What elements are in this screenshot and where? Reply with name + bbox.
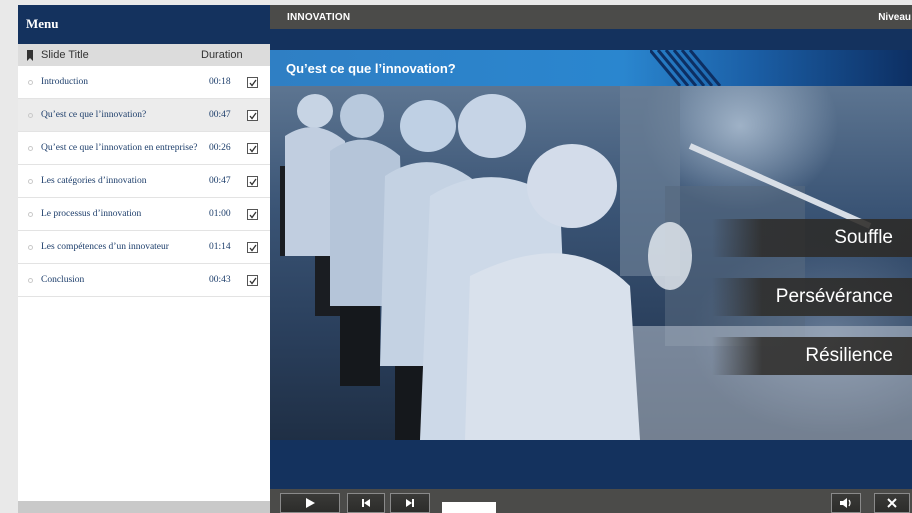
check-icon xyxy=(249,79,257,87)
bullet-icon xyxy=(28,112,33,118)
column-duration: Duration xyxy=(201,49,243,61)
completed-checkbox[interactable] xyxy=(247,76,258,88)
bookmark-icon xyxy=(27,49,33,61)
slide-item-title: Le processus d’innovation xyxy=(41,209,142,219)
play-icon xyxy=(306,498,315,508)
bullet-icon xyxy=(28,145,33,151)
player-top-bar: INNOVATION Niveau xyxy=(270,5,912,29)
check-icon xyxy=(249,112,257,120)
previous-button[interactable] xyxy=(347,493,385,513)
bullet-icon xyxy=(28,178,33,184)
slide-menu-panel: Menu Slide Title Duration Introduction 00… xyxy=(18,5,270,513)
slide-item-title: Qu’est ce que l’innovation? xyxy=(41,110,147,120)
close-icon xyxy=(887,498,897,508)
skip-next-icon xyxy=(406,499,414,507)
keyword-souffle: Souffle xyxy=(712,219,912,257)
slide-item-title: Introduction xyxy=(41,77,88,87)
slide-item-title: Les compétences d’un innovateur xyxy=(41,242,169,252)
check-icon xyxy=(249,145,257,153)
slide-list-item[interactable]: Qu’est ce que l’innovation en entreprise… xyxy=(18,132,270,165)
slide-item-duration: 01:00 xyxy=(209,209,231,219)
check-icon xyxy=(249,178,257,186)
course-title: INNOVATION xyxy=(287,12,351,23)
completed-checkbox[interactable] xyxy=(247,274,258,286)
completed-checkbox[interactable] xyxy=(247,109,258,121)
level-label[interactable]: Niveau xyxy=(878,12,911,23)
completed-checkbox[interactable] xyxy=(247,142,258,154)
bullet-icon xyxy=(28,79,33,85)
progress-bar[interactable] xyxy=(442,502,496,513)
slide-item-duration: 00:26 xyxy=(209,143,231,153)
slide-item-title: Conclusion xyxy=(41,275,85,285)
bullet-icon xyxy=(28,244,33,250)
skip-previous-icon xyxy=(362,499,370,507)
slide-item-title: Les catégories d’innovation xyxy=(41,176,147,186)
close-button[interactable] xyxy=(874,493,910,513)
completed-checkbox[interactable] xyxy=(247,208,258,220)
lab-workers-photo xyxy=(270,86,912,440)
slide-list-item[interactable]: Les catégories d’innovation 00:47 xyxy=(18,165,270,198)
menu-title: Menu xyxy=(18,5,270,44)
slide-list-item[interactable]: Le processus d’innovation 01:00 xyxy=(18,198,270,231)
next-button[interactable] xyxy=(390,493,430,513)
slide-player: INNOVATION Niveau Qu’est ce que l’innova… xyxy=(270,5,912,513)
slide-item-duration: 00:43 xyxy=(209,275,231,285)
slide-list-item[interactable]: Qu’est ce que l’innovation? 00:47 xyxy=(18,99,270,132)
stripe-decoration xyxy=(650,50,722,86)
slide-title: Qu’est ce que l’innovation? xyxy=(286,61,456,76)
slide-item-duration: 00:18 xyxy=(209,77,231,87)
completed-checkbox[interactable] xyxy=(247,175,258,187)
bullet-icon xyxy=(28,277,33,283)
slide-item-duration: 00:47 xyxy=(209,176,231,186)
slide-item-title: Qu’est ce que l’innovation en entreprise… xyxy=(41,143,198,153)
menu-footer xyxy=(18,501,270,513)
slide-title-bar: Qu’est ce que l’innovation? xyxy=(270,50,912,86)
check-icon xyxy=(249,244,257,252)
play-button[interactable] xyxy=(280,493,340,513)
volume-icon xyxy=(840,498,851,508)
check-icon xyxy=(249,277,257,285)
slide-list-item[interactable]: Conclusion 00:43 xyxy=(18,264,270,297)
bullet-icon xyxy=(28,211,33,217)
slide-list-item[interactable]: Les compétences d’un innovateur 01:14 xyxy=(18,231,270,264)
menu-column-header: Slide Title Duration xyxy=(18,44,270,66)
playback-controls xyxy=(270,489,912,513)
check-icon xyxy=(249,211,257,219)
slide-list: Introduction 00:18 Qu’est ce que l’innovat… xyxy=(18,66,270,297)
completed-checkbox[interactable] xyxy=(247,241,258,253)
keyword-resilience: Résilience xyxy=(712,337,912,375)
slide-item-duration: 00:47 xyxy=(209,110,231,120)
column-slide-title: Slide Title xyxy=(41,49,89,61)
keyword-perseverance: Persévérance xyxy=(712,278,912,316)
slide-item-duration: 01:14 xyxy=(209,242,231,252)
slide-list-item[interactable]: Introduction 00:18 xyxy=(18,66,270,99)
slide-stage: Qu’est ce que l’innovation? Souffle Pers… xyxy=(270,50,912,441)
volume-button[interactable] xyxy=(831,493,861,513)
